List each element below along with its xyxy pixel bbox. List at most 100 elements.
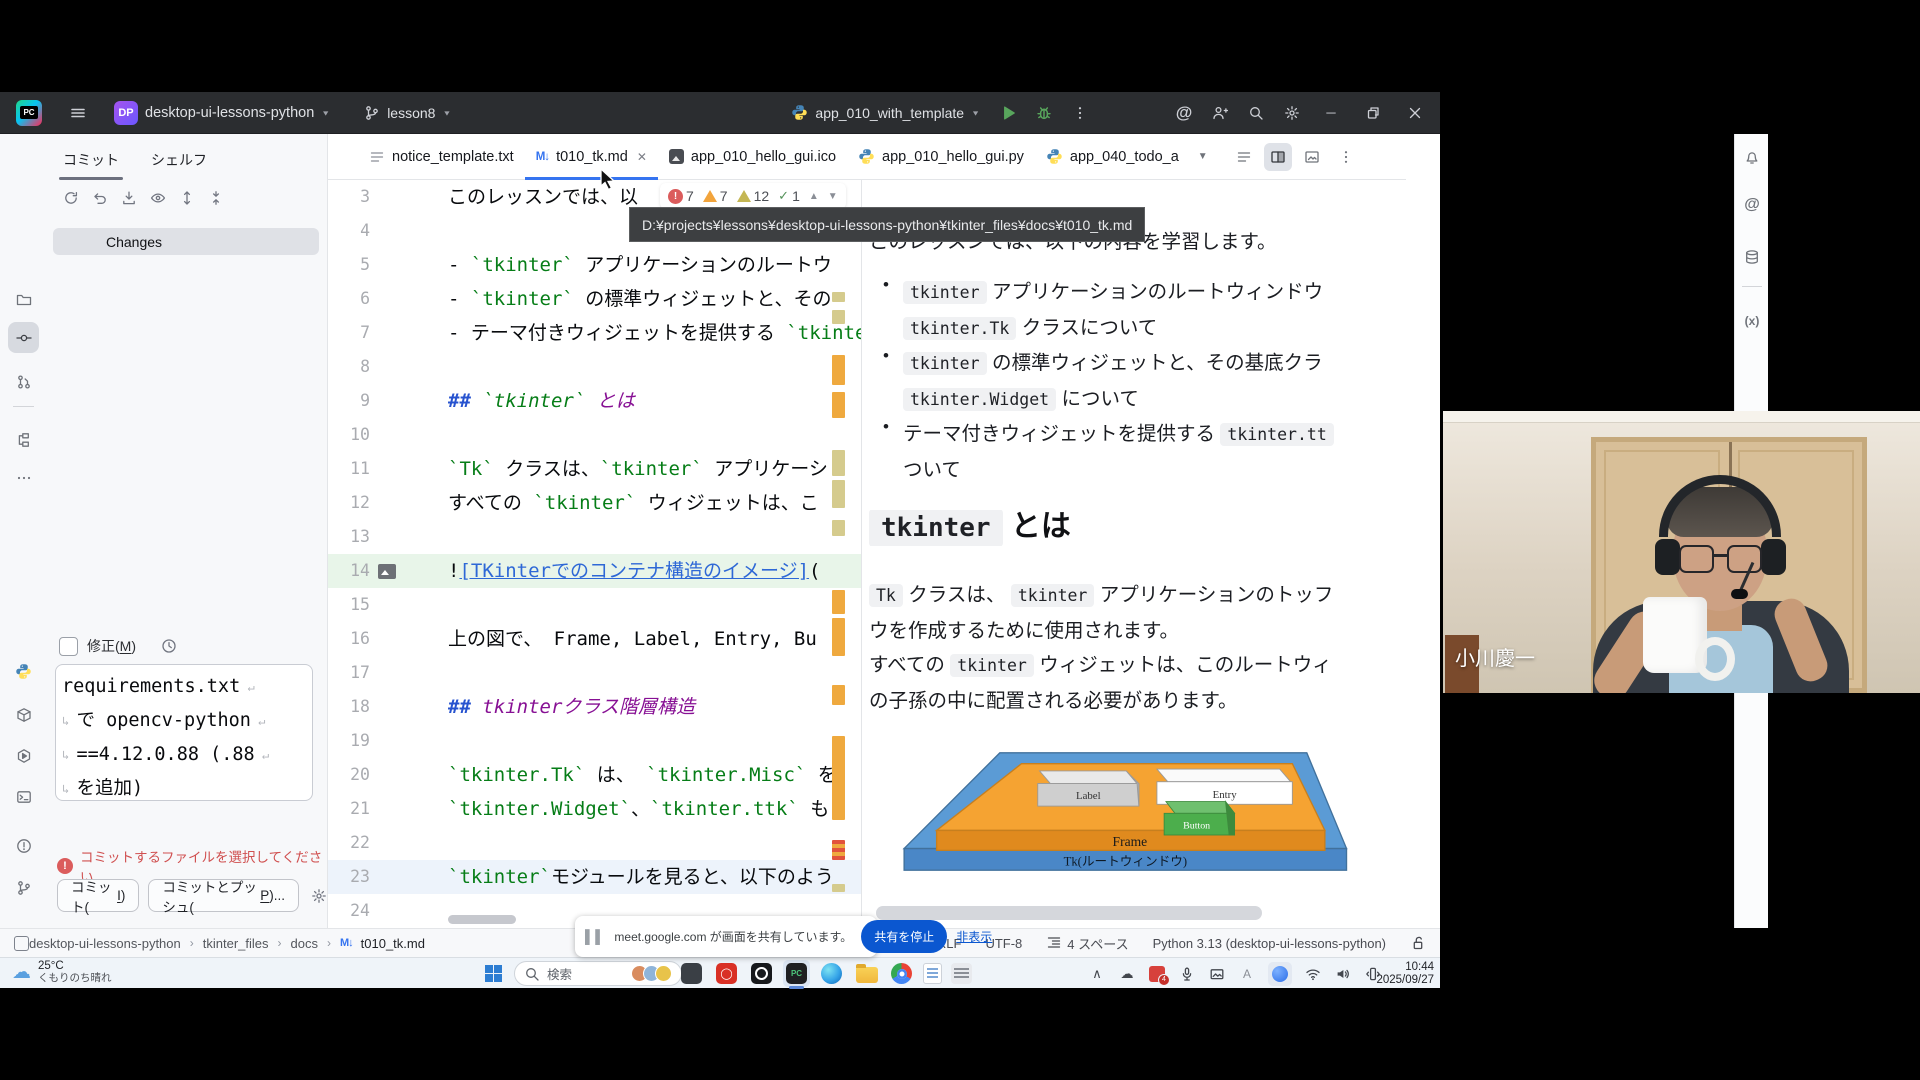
tab-commit[interactable]: コミット bbox=[61, 144, 121, 180]
line-number: 22 bbox=[328, 826, 370, 860]
services-icon[interactable] bbox=[8, 740, 39, 771]
breadcrumb-item[interactable]: docs bbox=[291, 936, 318, 951]
expand-all-icon[interactable] bbox=[179, 190, 195, 206]
taskbar-app-pycharm[interactable]: PC bbox=[783, 960, 810, 987]
inspections-widget[interactable]: !7 7 12 ✓1 ▲ ▼ bbox=[660, 183, 846, 209]
copilot-icon[interactable] bbox=[1268, 962, 1292, 986]
collapse-all-icon[interactable] bbox=[208, 190, 224, 206]
commit-options-gear-icon[interactable] bbox=[311, 888, 327, 904]
sciview-icon[interactable]: (x) bbox=[1741, 310, 1763, 332]
taskbar-app-red[interactable]: ◯ bbox=[713, 960, 740, 987]
taskbar-app-chrome[interactable] bbox=[888, 960, 915, 987]
pull-requests-icon[interactable] bbox=[8, 366, 39, 397]
preview-only-button[interactable] bbox=[1298, 143, 1326, 171]
commit-and-push-button[interactable]: コミットとプッシュ(P)... bbox=[148, 879, 299, 912]
minimize-button[interactable]: ─ bbox=[1312, 96, 1350, 130]
microphone-icon[interactable] bbox=[1178, 965, 1196, 983]
preview-diff-icon[interactable] bbox=[150, 190, 166, 206]
taskbar-search-box[interactable]: 検索 bbox=[514, 961, 682, 986]
more-tool-windows-icon[interactable] bbox=[8, 462, 39, 493]
ai-assistant-button[interactable]: @ bbox=[1168, 98, 1200, 128]
volume-icon[interactable] bbox=[1334, 965, 1352, 983]
notifications-bell-icon[interactable] bbox=[1741, 146, 1763, 168]
tab-t010_tk.md[interactable]: M↓t010_tk.md✕ bbox=[525, 134, 658, 179]
scrollbar-analysis-mark bbox=[832, 392, 845, 418]
project-widget[interactable]: DP desktop-ui-lessons-python ▼ bbox=[106, 98, 338, 128]
database-icon[interactable] bbox=[1741, 246, 1763, 268]
changes-node[interactable]: Changes bbox=[53, 228, 319, 255]
tab-app_010_hello_gui.ico[interactable]: app_010_hello_gui.ico bbox=[658, 134, 847, 179]
debug-button[interactable] bbox=[1028, 98, 1060, 128]
vcs-widget[interactable]: lesson8 ▼ bbox=[356, 98, 459, 128]
start-button[interactable] bbox=[485, 965, 502, 982]
terminal-icon[interactable] bbox=[8, 781, 39, 812]
tab-app_010_hello_gui.py[interactable]: app_010_hello_gui.py bbox=[847, 134, 1035, 179]
tray-app-badge-icon[interactable] bbox=[1148, 965, 1166, 983]
taskbar-app-black[interactable] bbox=[748, 960, 775, 987]
refresh-icon[interactable] bbox=[63, 190, 79, 206]
screenshot-icon[interactable] bbox=[1208, 965, 1226, 983]
markdown-preview-pane[interactable]: このレッスンでは、以下の内容を学習します。 •tkinter アプリケーションの… bbox=[861, 180, 1374, 928]
editor-line: 8 bbox=[328, 350, 861, 384]
tab-shelf[interactable]: シェルフ bbox=[149, 144, 209, 180]
commit-button[interactable]: コミット(I) bbox=[57, 879, 139, 912]
breadcrumb-item[interactable]: tkinter_files bbox=[203, 936, 269, 951]
problems-icon[interactable] bbox=[8, 830, 39, 861]
taskbar-clock[interactable]: 10:44 2025/09/27 bbox=[1376, 961, 1434, 987]
taskbar-app-dark[interactable] bbox=[678, 960, 705, 987]
prev-problem-icon[interactable]: ▲ bbox=[809, 191, 819, 202]
run-button[interactable] bbox=[992, 98, 1024, 128]
python-packages-icon[interactable] bbox=[8, 699, 39, 730]
stop-sharing-button[interactable]: 共有を停止 bbox=[861, 920, 947, 953]
unlock-icon[interactable] bbox=[1410, 935, 1426, 951]
more-run-options-button[interactable] bbox=[1064, 98, 1096, 128]
pycharm-logo[interactable]: PC bbox=[8, 98, 50, 128]
structure-icon[interactable] bbox=[8, 424, 39, 455]
close-button[interactable] bbox=[1396, 96, 1434, 130]
search-everywhere-button[interactable] bbox=[1240, 98, 1272, 128]
markdown-source-editor[interactable]: 3このレッスンでは、以45- `tkinter` アプリケーションのルートウ6-… bbox=[328, 180, 861, 928]
amend-checkbox[interactable] bbox=[59, 637, 78, 656]
hide-sharing-bar-link[interactable]: 非表示 bbox=[956, 928, 992, 945]
commit-history-icon[interactable] bbox=[161, 638, 177, 654]
taskbar-app-explorer[interactable] bbox=[853, 960, 880, 987]
ime-a-icon[interactable]: A bbox=[1238, 965, 1256, 983]
taskbar-app-textfile[interactable] bbox=[948, 960, 975, 987]
taskbar-app-notepad[interactable] bbox=[919, 960, 946, 987]
commit-message-input[interactable]: requirements.txt ↵↳ で opencv-python ↵↳ =… bbox=[55, 664, 313, 801]
svg-text:Frame: Frame bbox=[1113, 834, 1148, 849]
wifi-icon[interactable] bbox=[1304, 965, 1322, 983]
breadcrumb-item[interactable]: M↓t010_tk.md bbox=[340, 936, 425, 951]
project-folder-icon[interactable] bbox=[8, 284, 39, 315]
git-icon[interactable] bbox=[8, 872, 39, 903]
tab-app_040_todo_a[interactable]: app_040_todo_a bbox=[1035, 134, 1190, 179]
python-console-icon[interactable] bbox=[8, 656, 39, 687]
main-menu-button[interactable] bbox=[54, 98, 102, 128]
tab-options-icon[interactable] bbox=[1332, 143, 1360, 171]
preview-horizontal-scrollbar[interactable] bbox=[876, 906, 1262, 920]
next-problem-icon[interactable]: ▼ bbox=[828, 191, 838, 202]
interpreter-widget[interactable]: Python 3.13 (desktop-ui-lessons-python) bbox=[1153, 936, 1386, 951]
shelve-icon[interactable] bbox=[121, 190, 137, 206]
code-with-me-button[interactable] bbox=[1204, 98, 1236, 128]
tab-notice_template.txt[interactable]: notice_template.txt bbox=[358, 134, 525, 179]
tray-chevron-up-icon[interactable]: ∧ bbox=[1088, 965, 1106, 983]
editor-only-button[interactable] bbox=[1230, 143, 1258, 171]
hidden-tabs-chevron-icon[interactable]: ▼ bbox=[1190, 134, 1216, 179]
breadcrumb-item[interactable]: desktop-ui-lessons-python bbox=[29, 936, 181, 951]
editor-and-preview-button[interactable] bbox=[1264, 143, 1292, 171]
restore-button[interactable] bbox=[1354, 96, 1392, 130]
onedrive-icon[interactable]: ☁ bbox=[1118, 965, 1136, 983]
run-configuration-selector[interactable]: app_010_with_template ▼ bbox=[783, 98, 988, 128]
commit-icon[interactable] bbox=[8, 322, 39, 353]
taskbar-weather-widget[interactable]: ☁ 25°C くもりのち晴れ bbox=[12, 960, 112, 984]
settings-button[interactable] bbox=[1276, 98, 1308, 128]
rollback-icon[interactable] bbox=[92, 190, 108, 206]
pause-sharing-icon[interactable]: ▌▌ bbox=[585, 929, 605, 944]
editor-line: 15 bbox=[328, 588, 861, 622]
taskbar-app-edge[interactable] bbox=[818, 960, 845, 987]
indent-widget[interactable]: 4 スペース bbox=[1046, 934, 1128, 953]
close-tab-icon[interactable]: ✕ bbox=[637, 150, 647, 164]
ai-assistant-icon[interactable]: @ bbox=[1741, 194, 1763, 216]
editor-horizontal-scrollbar[interactable] bbox=[448, 915, 516, 924]
